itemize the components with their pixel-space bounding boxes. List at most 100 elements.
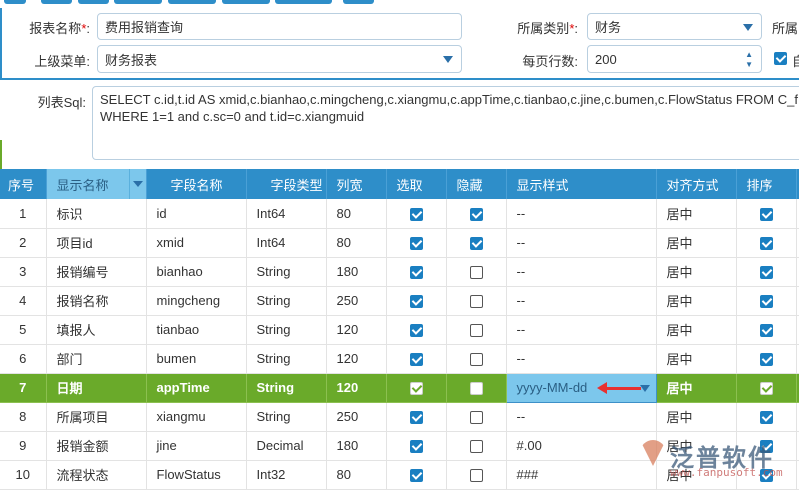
- column-width-cell[interactable]: 80: [326, 199, 387, 229]
- hide-checkbox[interactable]: [469, 382, 483, 396]
- hide-checkbox[interactable]: [469, 411, 483, 425]
- report-name-input[interactable]: 费用报销查询: [97, 13, 462, 40]
- format-cell[interactable]: --: [506, 344, 657, 374]
- display-name-cell[interactable]: 日期: [46, 373, 147, 403]
- column-width-cell[interactable]: 120: [326, 373, 387, 403]
- hide-checkbox[interactable]: [469, 295, 483, 309]
- sort-checkbox[interactable]: [759, 411, 773, 425]
- toolbar-button[interactable]: [275, 0, 332, 4]
- field-type-cell[interactable]: String: [246, 344, 327, 374]
- field-name-cell[interactable]: mingcheng: [146, 286, 247, 316]
- select-checkbox[interactable]: [409, 382, 423, 396]
- sort-checkbox[interactable]: [759, 324, 773, 338]
- hide-checkbox[interactable]: [469, 266, 483, 280]
- column-header[interactable]: 对齐方式: [656, 169, 737, 199]
- toolbar-button[interactable]: [41, 0, 72, 4]
- toolbar-button[interactable]: [78, 0, 109, 4]
- format-cell[interactable]: --: [506, 228, 657, 258]
- field-type-cell[interactable]: String: [246, 257, 327, 287]
- display-name-cell[interactable]: 报销金额: [46, 431, 147, 461]
- column-header[interactable]: 排序: [736, 169, 797, 199]
- align-cell[interactable]: 居中: [656, 199, 737, 229]
- select-checkbox[interactable]: [409, 440, 423, 454]
- select-checkbox[interactable]: [409, 266, 423, 280]
- display-name-cell[interactable]: 报销编号: [46, 257, 147, 287]
- sort-checkbox[interactable]: [759, 237, 773, 251]
- table-row[interactable]: 6 部门 bumen String 120 -- 居中: [0, 344, 799, 374]
- select-checkbox[interactable]: [409, 469, 423, 483]
- toolbar-button[interactable]: [168, 0, 216, 4]
- hide-checkbox[interactable]: [469, 353, 483, 367]
- table-row[interactable]: 3 报销编号 bianhao String 180 -- 居中: [0, 257, 799, 287]
- select-checkbox[interactable]: [409, 353, 423, 367]
- auto-checkbox[interactable]: [774, 52, 787, 65]
- format-cell[interactable]: --: [506, 315, 657, 345]
- toolbar-button[interactable]: [222, 0, 270, 4]
- table-row[interactable]: 5 填报人 tianbao String 120 -- 居中: [0, 315, 799, 345]
- rows-per-page-input[interactable]: 200 ▲ ▼: [587, 45, 762, 73]
- field-type-cell[interactable]: String: [246, 402, 327, 432]
- column-width-cell[interactable]: 180: [326, 257, 387, 287]
- format-select[interactable]: yyyy-MM-dd: [505, 372, 657, 403]
- format-cell[interactable]: --: [506, 257, 657, 287]
- parent-menu-select[interactable]: 财务报表: [97, 45, 462, 73]
- table-row[interactable]: 8 所属项目 xiangmu String 250 -- 居中: [0, 402, 799, 432]
- format-cell[interactable]: --: [506, 199, 657, 229]
- sort-checkbox[interactable]: [759, 207, 773, 221]
- display-name-cell[interactable]: 部门: [46, 344, 147, 374]
- align-cell[interactable]: 居中: [656, 315, 737, 345]
- spin-up-icon[interactable]: ▲: [745, 51, 753, 59]
- field-type-cell[interactable]: Int64: [246, 228, 327, 258]
- column-width-cell[interactable]: 250: [326, 402, 387, 432]
- align-cell[interactable]: 居中: [656, 373, 737, 403]
- column-header[interactable]: 隐藏: [446, 169, 507, 199]
- select-checkbox[interactable]: [409, 411, 423, 425]
- column-header[interactable]: 显示样式: [506, 169, 657, 199]
- hide-checkbox[interactable]: [469, 440, 483, 454]
- display-name-cell[interactable]: 报销名称: [46, 286, 147, 316]
- select-checkbox[interactable]: [409, 295, 423, 309]
- column-width-cell[interactable]: 180: [326, 431, 387, 461]
- format-cell[interactable]: --: [506, 286, 657, 316]
- align-cell[interactable]: 居中: [656, 344, 737, 374]
- column-header[interactable]: 序号: [0, 169, 47, 199]
- display-name-cell[interactable]: 标识: [46, 199, 147, 229]
- table-row[interactable]: 2 项目id xmid Int64 80 -- 居中: [0, 228, 799, 258]
- align-cell[interactable]: 居中: [656, 228, 737, 258]
- hide-checkbox[interactable]: [469, 324, 483, 338]
- column-header[interactable]: 字段名称: [146, 169, 247, 199]
- sort-checkbox[interactable]: [759, 382, 773, 396]
- field-name-cell[interactable]: bianhao: [146, 257, 247, 287]
- column-header[interactable]: 选取: [386, 169, 447, 199]
- table-row[interactable]: 4 报销名称 mingcheng String 250 -- 居中: [0, 286, 799, 316]
- toolbar-button[interactable]: [4, 0, 26, 4]
- field-type-cell[interactable]: Decimal: [246, 431, 327, 461]
- field-name-cell[interactable]: bumen: [146, 344, 247, 374]
- hide-checkbox[interactable]: [469, 237, 483, 251]
- table-row[interactable]: 1 标识 id Int64 80 -- 居中: [0, 199, 799, 229]
- format-cell[interactable]: --: [506, 402, 657, 432]
- column-header[interactable]: 显示名称: [46, 169, 147, 199]
- spin-down-icon[interactable]: ▼: [745, 61, 753, 69]
- align-cell[interactable]: 居中: [656, 402, 737, 432]
- hide-checkbox[interactable]: [469, 469, 483, 483]
- field-name-cell[interactable]: appTime: [146, 373, 247, 403]
- display-name-cell[interactable]: 项目id: [46, 228, 147, 258]
- field-name-cell[interactable]: jine: [146, 431, 247, 461]
- select-checkbox[interactable]: [409, 207, 423, 221]
- field-type-cell[interactable]: String: [246, 373, 327, 403]
- field-type-cell[interactable]: String: [246, 315, 327, 345]
- column-width-cell[interactable]: 250: [326, 286, 387, 316]
- toolbar-button[interactable]: [114, 0, 162, 4]
- format-cell[interactable]: #.00: [506, 431, 657, 461]
- field-name-cell[interactable]: tianbao: [146, 315, 247, 345]
- field-name-cell[interactable]: id: [146, 199, 247, 229]
- align-cell[interactable]: 居中: [656, 257, 737, 287]
- field-type-cell[interactable]: Int64: [246, 199, 327, 229]
- chevron-down-icon[interactable]: [128, 169, 146, 199]
- field-name-cell[interactable]: xmid: [146, 228, 247, 258]
- chevron-down-icon[interactable]: [639, 384, 650, 392]
- table-row[interactable]: 7 日期 appTime String 120 yyyy-MM-dd 居中: [0, 372, 799, 403]
- toolbar-button[interactable]: [343, 0, 374, 4]
- column-header[interactable]: 字段类型: [246, 169, 327, 199]
